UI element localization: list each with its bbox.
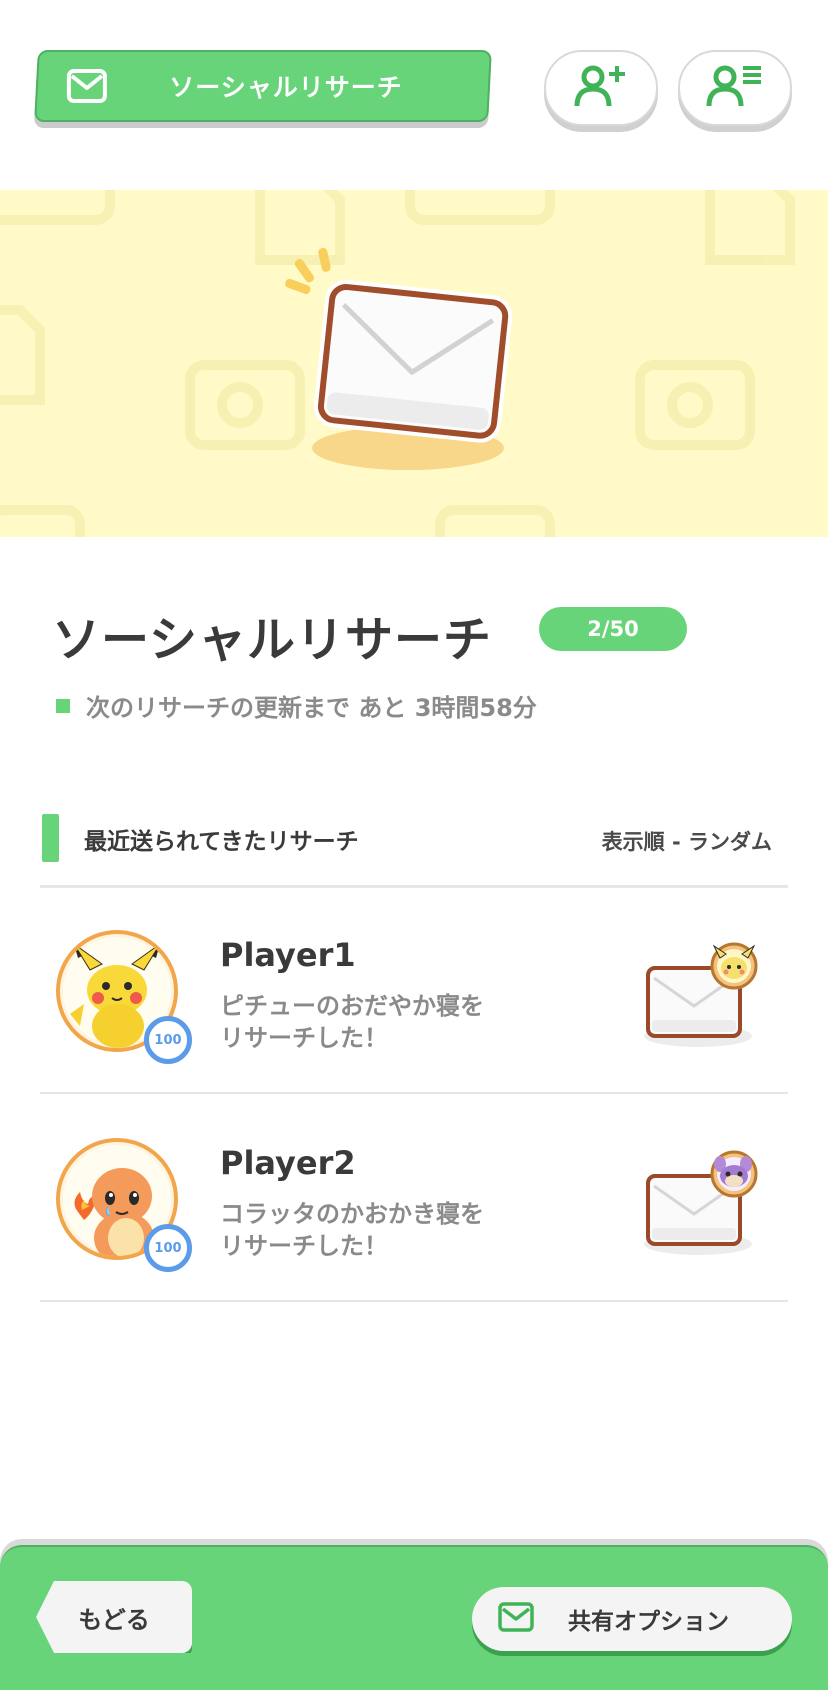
envelope-icon (644, 1150, 758, 1255)
research-description: コラッタのかおかき寝を リサーチした！ (220, 1198, 540, 1262)
envelope-icon (644, 942, 758, 1047)
research-description-line: コラッタのかおかき寝を (220, 1200, 484, 1228)
update-timer: 次のリサーチの更新まで あと 3時間58分 (56, 688, 537, 723)
letter-button[interactable] (640, 1148, 760, 1258)
back-button[interactable]: もどる (36, 1581, 192, 1653)
user-plus-icon (571, 62, 631, 114)
share-options-button[interactable]: 共有オプション (472, 1587, 792, 1651)
page-title: ソーシャルリサーチ (52, 612, 493, 668)
mail-icon (66, 68, 108, 108)
level-badge: 100 (144, 1224, 192, 1272)
add-friend-button[interactable] (544, 50, 658, 126)
player-name: Player1 (220, 936, 356, 974)
level-badge: 100 (144, 1016, 192, 1064)
letter-button[interactable] (640, 940, 760, 1050)
user-list-icon (705, 62, 765, 114)
mail-icon (498, 1602, 534, 1636)
divider (40, 885, 788, 888)
social-research-tab-label: ソーシャルリサーチ (169, 73, 403, 102)
player-name: Player2 (220, 1144, 356, 1182)
bullet-square-icon (56, 698, 70, 713)
section-title: 最近送られてきたリサーチ (84, 829, 359, 855)
friend-list-button[interactable] (678, 50, 792, 126)
list-item[interactable]: 100 Player1 ピチューのおだやか寝を リサーチした！ (40, 930, 788, 1136)
research-count-badge: 2/50 (539, 607, 687, 651)
section-accent-bar (42, 814, 59, 862)
list-item[interactable]: 100 Player2 コラッタのかおかき寝を リサーチした！ (40, 1138, 788, 1344)
divider (40, 1092, 788, 1094)
update-timer-text: 次のリサーチの更新まで あと 3時間58分 (86, 694, 537, 722)
research-description-line: ピチューのおだやか寝を (220, 992, 484, 1020)
banner-background-pattern (0, 190, 795, 537)
social-research-tab[interactable]: ソーシャルリサーチ (34, 50, 492, 122)
share-options-label: 共有オプション (568, 1609, 729, 1635)
research-description-line: リサーチした！ (220, 1232, 388, 1260)
research-description: ピチューのおだやか寝を リサーチした！ (220, 990, 540, 1054)
divider (40, 1300, 788, 1302)
research-banner (0, 190, 828, 537)
research-description-line: リサーチした！ (220, 1024, 388, 1052)
sort-order-button[interactable]: 表示順 - ランダム (602, 826, 772, 856)
